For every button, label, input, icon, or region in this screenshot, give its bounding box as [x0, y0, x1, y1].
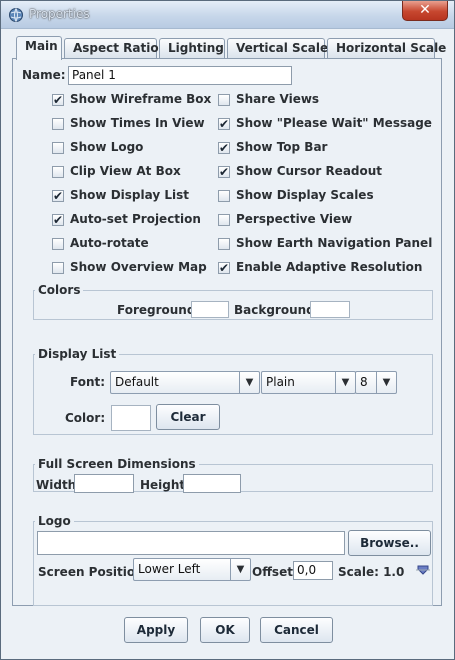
background-color-swatch[interactable] — [310, 301, 350, 318]
tab-label: Vertical Scale — [236, 41, 329, 55]
checkbox-label: Show Times In View — [70, 116, 205, 130]
checkbox-box: ✔ — [52, 93, 64, 107]
screen-position-label: Screen Position: — [38, 565, 149, 579]
checkbox-label: Auto-set Projection — [70, 212, 201, 226]
screen-position-select[interactable]: Lower Left ▼ — [133, 558, 251, 581]
foreground-label: Foreground: — [117, 303, 201, 317]
checkbox-label: Clip View At Box — [70, 164, 181, 178]
title-bar[interactable]: Properties ✕ — [1, 1, 454, 29]
checkbox-label: Show "Please Wait" Message — [236, 116, 432, 130]
chevron-down-icon: ▼ — [230, 559, 250, 580]
close-button[interactable]: ✕ — [402, 1, 448, 21]
screen-position-value: Lower Left — [138, 562, 201, 576]
checkbox-label: Show Cursor Readout — [236, 164, 383, 178]
checkbox-label: Show Display List — [70, 188, 189, 202]
display-list-legend: Display List — [38, 347, 117, 361]
checkbox-label: Show Top Bar — [236, 140, 328, 154]
checkbox-box — [52, 262, 64, 274]
checkbox-box — [52, 142, 64, 154]
background-label: Background: — [234, 303, 320, 317]
height-field[interactable] — [183, 474, 241, 493]
checkbox-box: ✔ — [218, 261, 230, 275]
font-label: Font: — [70, 375, 106, 389]
main-tab-panel: Name: Panel 1 ✔ Show Wireframe Box Show … — [12, 58, 442, 606]
tab-label: Horizontal Scale — [336, 41, 447, 55]
close-icon: ✕ — [419, 2, 431, 18]
tab-horizontal-scale[interactable]: Horizontal Scale — [327, 38, 446, 58]
checkbox-box: ✔ — [52, 213, 64, 227]
app-globe-icon — [9, 8, 23, 22]
clear-button[interactable]: Clear — [156, 404, 220, 430]
name-label: Name: — [22, 68, 66, 82]
chevron-down-icon: ▼ — [239, 372, 259, 393]
font-style-value: Plain — [266, 375, 295, 389]
checkbox-box: ✔ — [218, 117, 230, 131]
full-screen-legend: Full Screen Dimensions — [38, 457, 196, 471]
window-title: Properties — [29, 7, 90, 21]
dialog-content: Main Aspect Ratio Lighting Vertical Scal… — [7, 30, 448, 654]
checkbox-label: Show Display Scales — [236, 188, 374, 202]
checkbox-box — [218, 214, 230, 226]
checkbox-box: ✔ — [52, 189, 64, 203]
checkbox-label: Share Views — [236, 92, 320, 106]
font-size-select[interactable]: 8 ▼ — [355, 371, 397, 394]
cancel-button[interactable]: Cancel — [260, 617, 333, 643]
scale-slider-icon[interactable] — [416, 564, 430, 576]
logo-legend: Logo — [38, 514, 71, 528]
checkbox-label: Show Wireframe Box — [70, 92, 212, 106]
checkbox-label: Show Earth Navigation Panel — [236, 236, 433, 250]
scale-label: Scale: 1.0 — [338, 565, 405, 579]
font-style-select[interactable]: Plain ▼ — [261, 371, 356, 394]
tab-label: Lighting — [168, 41, 224, 55]
apply-button[interactable]: Apply — [124, 617, 188, 643]
logo-path-field[interactable] — [37, 531, 345, 555]
checkbox-box — [52, 118, 64, 130]
tab-main[interactable]: Main — [16, 36, 62, 60]
checkbox-box: ✔ — [218, 165, 230, 179]
font-family-value: Default — [115, 375, 159, 389]
foreground-color-swatch[interactable] — [191, 301, 229, 318]
display-list-color-label: Color: — [65, 411, 106, 425]
tab-vertical-scale[interactable]: Vertical Scale — [227, 38, 329, 58]
checkbox-box — [52, 166, 64, 178]
width-field[interactable] — [74, 474, 134, 493]
checkbox-box — [218, 238, 230, 250]
checkbox-box — [218, 190, 230, 202]
checkbox-box: ✔ — [218, 141, 230, 155]
tab-aspect-ratio[interactable]: Aspect Ratio — [64, 38, 159, 58]
offset-label: Offset: — [252, 565, 298, 579]
font-family-select[interactable]: Default ▼ — [110, 371, 260, 394]
font-size-value: 8 — [360, 375, 368, 389]
tab-label: Aspect Ratio — [73, 41, 159, 55]
checkbox-label: Auto-rotate — [70, 236, 149, 250]
ok-button[interactable]: OK — [200, 617, 250, 643]
checkbox-label: Show Logo — [70, 140, 144, 154]
colors-group: Colors — [33, 283, 433, 320]
chevron-down-icon: ▼ — [335, 372, 355, 393]
chevron-down-icon: ▼ — [376, 372, 396, 393]
checkbox-label: Perspective View — [236, 212, 353, 226]
checkbox-label: Show Overview Map — [70, 260, 207, 274]
checkbox-box — [52, 238, 64, 250]
tab-lighting[interactable]: Lighting — [159, 38, 225, 58]
browse-button[interactable]: Browse.. — [348, 530, 431, 556]
colors-legend: Colors — [38, 283, 81, 297]
checkbox-label: Enable Adaptive Resolution — [236, 260, 423, 274]
checkbox-box — [218, 94, 230, 106]
properties-dialog: Properties ✕ Main Aspect Ratio Lighting … — [0, 0, 455, 660]
display-list-color-swatch[interactable] — [111, 405, 151, 431]
tab-label: Main — [25, 39, 58, 53]
offset-field[interactable]: 0,0 — [293, 561, 333, 580]
name-field[interactable]: Panel 1 — [68, 66, 292, 85]
